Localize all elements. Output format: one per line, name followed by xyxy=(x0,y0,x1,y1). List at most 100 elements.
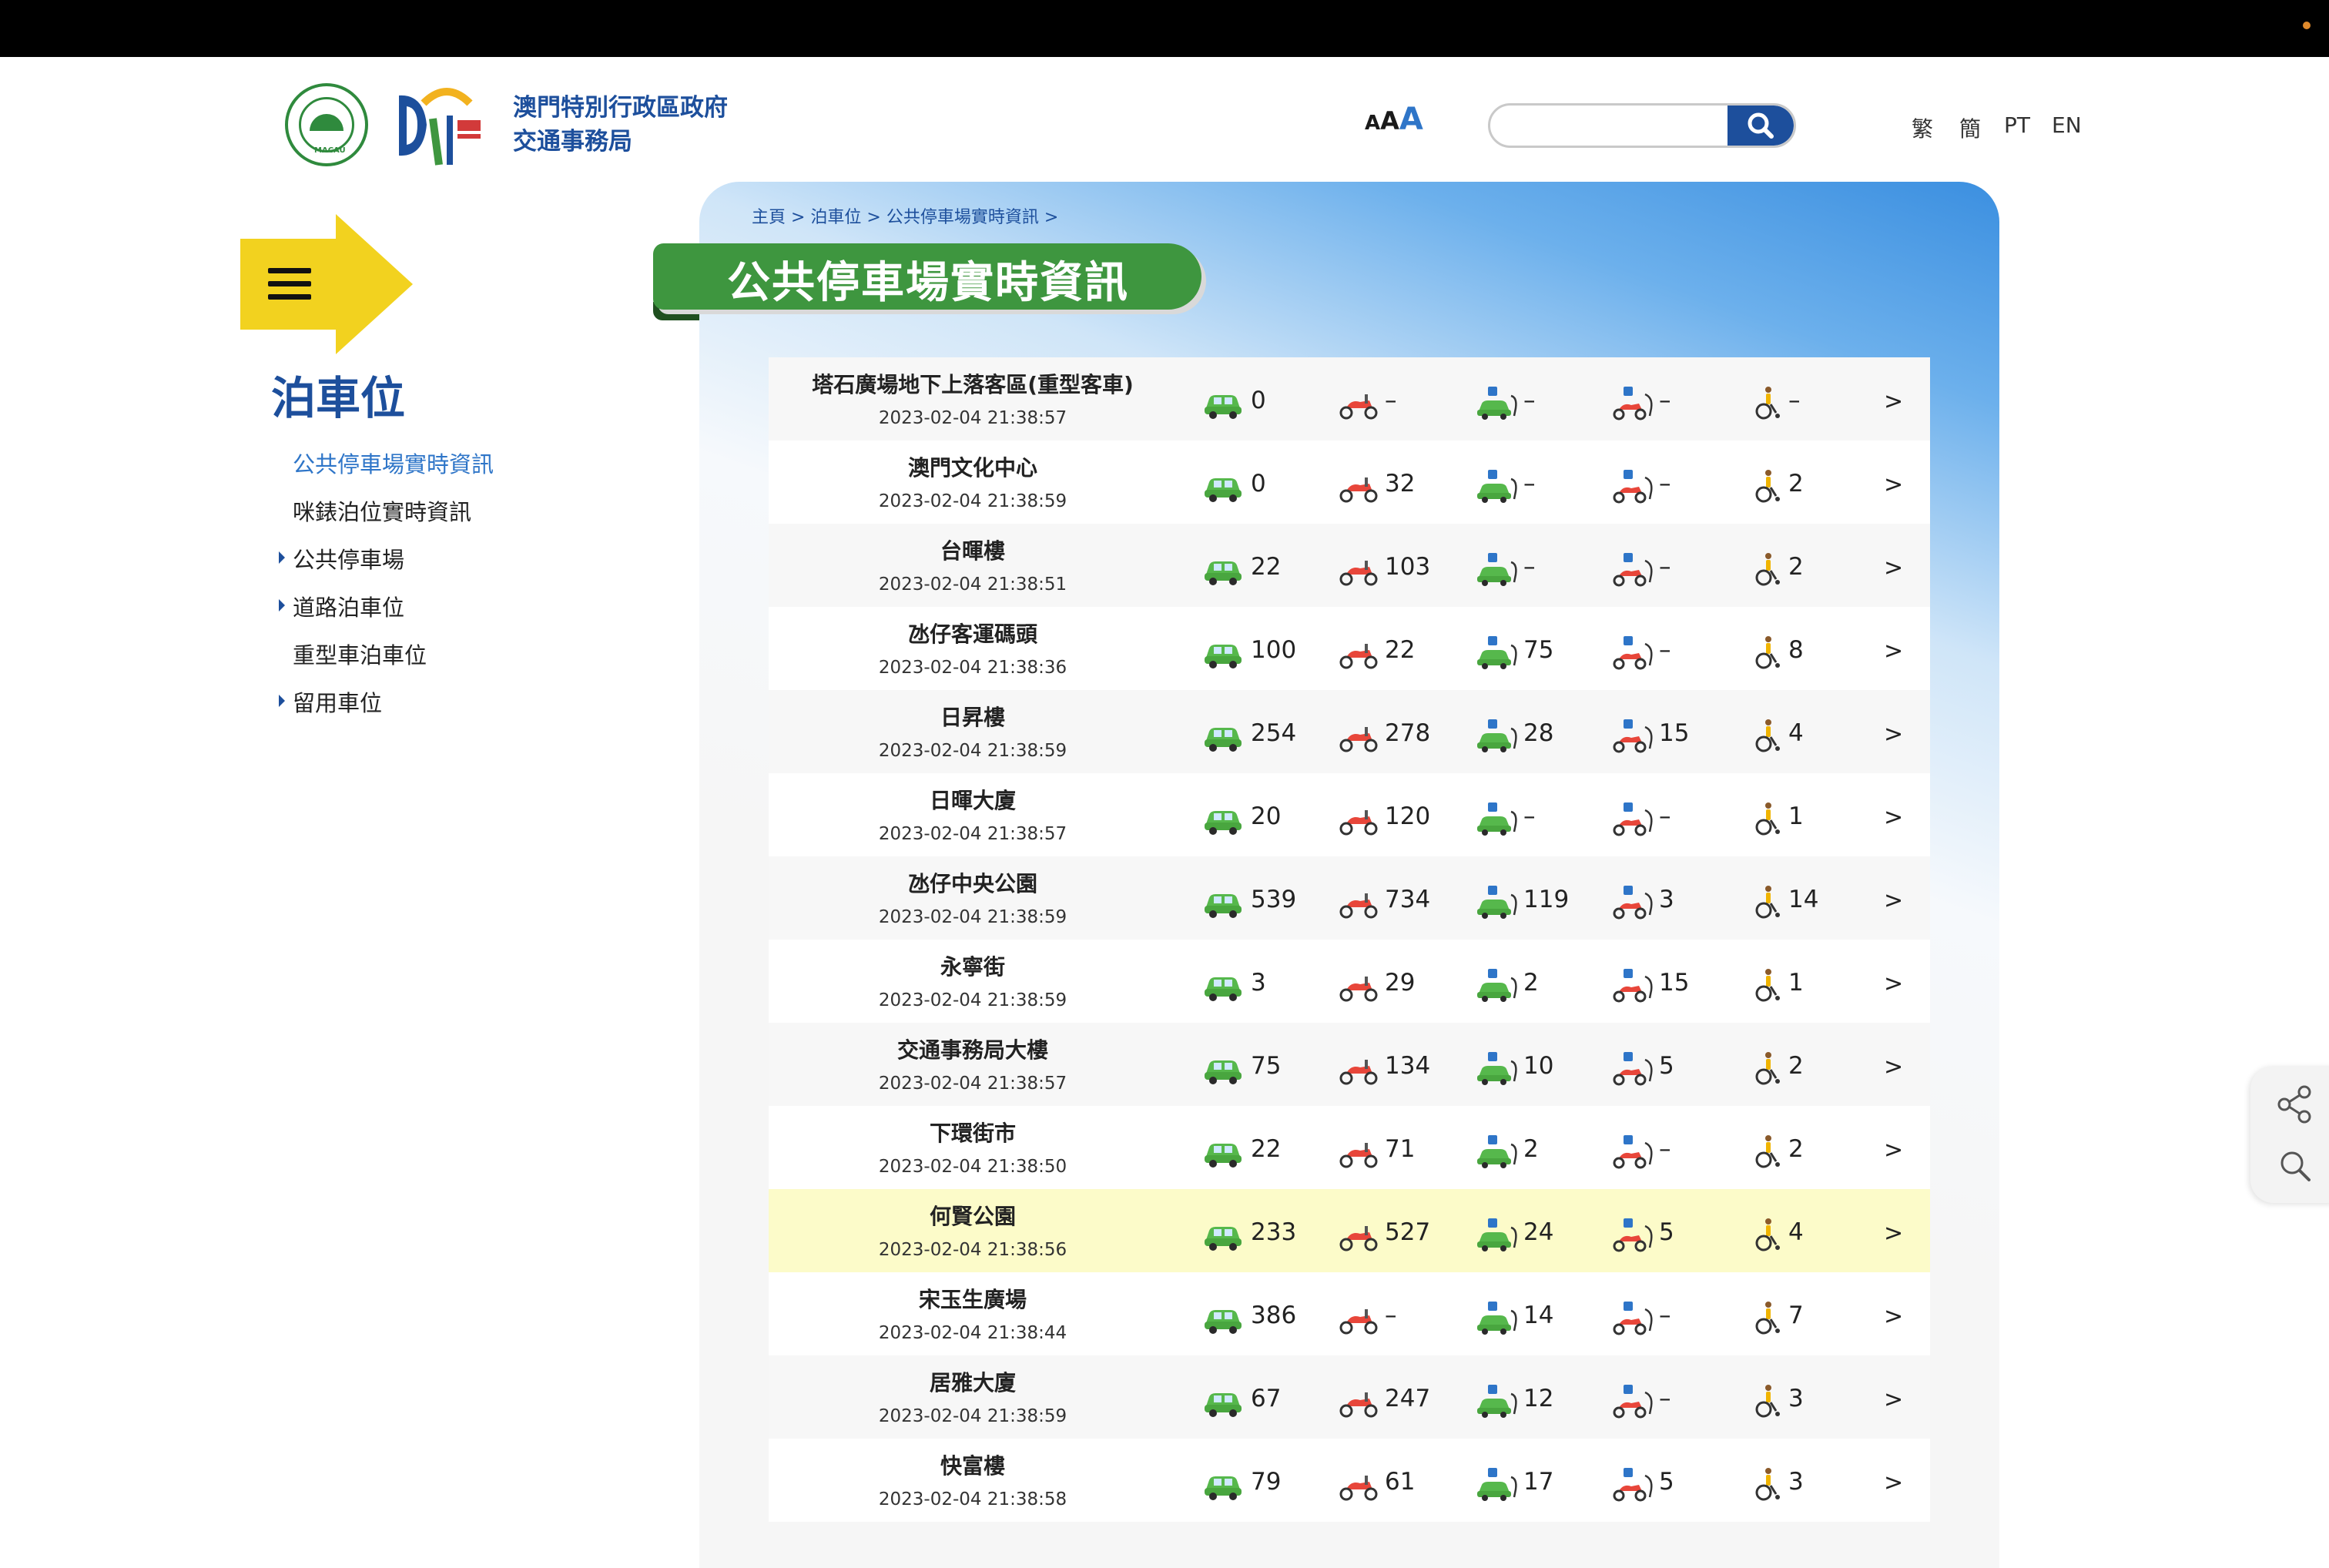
carpark-row[interactable]: 何賢公園 2023-02-04 21:38:56 233 527 24 5 4 > xyxy=(769,1189,1930,1272)
carpark-ev-car-vacancy: 75 xyxy=(1523,636,1554,664)
carpark-row[interactable]: 宋玉生廣場 2023-02-04 21:38:44 386 – 14 – 7 > xyxy=(769,1272,1930,1355)
carpark-name: 居雅大廈 xyxy=(929,1370,1016,1395)
carpark-moto-vacancy: 29 xyxy=(1385,969,1416,997)
sidebar-item-street-parking[interactable]: 道路泊車位 xyxy=(279,590,404,622)
sidebar-item-meter-realtime[interactable]: 咪錶泊位實時資訊 xyxy=(293,494,471,527)
carpark-details-link[interactable]: > xyxy=(1884,887,1903,914)
ev-motorcycle-charging-icon xyxy=(1611,1466,1654,1502)
carpark-details-link[interactable]: > xyxy=(1884,1137,1903,1164)
accessible-icon xyxy=(1747,1300,1790,1335)
caret-right-icon xyxy=(279,695,285,707)
carpark-row[interactable]: 居雅大廈 2023-02-04 21:38:59 67 247 12 – 3 > xyxy=(769,1355,1930,1439)
carpark-car-vacancy: 254 xyxy=(1251,719,1297,747)
carpark-details-link[interactable]: > xyxy=(1884,471,1903,498)
carpark-details-link[interactable]: > xyxy=(1884,638,1903,665)
ev-motorcycle-charging-icon xyxy=(1611,1217,1654,1252)
carpark-row[interactable]: 台暉樓 2023-02-04 21:38:51 22 103 – – 2 > xyxy=(769,524,1930,607)
lang-portuguese-link[interactable]: PT xyxy=(2004,112,2030,138)
carpark-disabled-vacancy: 1 xyxy=(1788,969,1804,997)
carpark-update-time: 2023-02-04 21:38:44 xyxy=(878,1323,1067,1343)
accessible-icon xyxy=(1747,967,1790,1003)
carpark-disabled-vacancy: 4 xyxy=(1788,719,1804,747)
ev-car-charging-icon xyxy=(1476,385,1519,420)
carpark-row[interactable]: 日暉大廈 2023-02-04 21:38:57 20 120 – – 1 > xyxy=(769,773,1930,856)
carpark-details-link[interactable]: > xyxy=(1884,1220,1903,1247)
motorcycle-icon xyxy=(1337,967,1380,1003)
carpark-ev-car-vacancy: 24 xyxy=(1523,1218,1554,1246)
menu-toggle-button[interactable] xyxy=(240,214,413,354)
carpark-details-link[interactable]: > xyxy=(1884,1054,1903,1081)
ev-car-charging-icon xyxy=(1476,635,1519,670)
carpark-details-link[interactable]: > xyxy=(1884,554,1903,581)
carpark-name: 快富樓 xyxy=(940,1453,1005,1479)
carpark-car-vacancy: 79 xyxy=(1251,1468,1282,1496)
top-black-bar xyxy=(0,0,2329,57)
search-icon[interactable] xyxy=(2272,1143,2318,1189)
carpark-ev-car-vacancy: 17 xyxy=(1523,1468,1554,1496)
carpark-details-link[interactable]: > xyxy=(1884,970,1903,997)
lang-traditional-link[interactable]: 繁 xyxy=(1912,112,1933,143)
carpark-details-link[interactable]: > xyxy=(1884,804,1903,831)
carpark-details-link[interactable]: > xyxy=(1884,388,1903,415)
carpark-car-vacancy: 22 xyxy=(1251,1135,1282,1163)
motorcycle-icon xyxy=(1337,385,1380,420)
carpark-row[interactable]: 澳門文化中心 2023-02-04 21:38:59 0 32 – – 2 > xyxy=(769,441,1930,524)
carpark-row[interactable]: 下環街市 2023-02-04 21:38:50 22 71 2 – 2 > xyxy=(769,1106,1930,1189)
carpark-ev-car-vacancy: 2 xyxy=(1523,969,1539,997)
search-button[interactable] xyxy=(1727,106,1794,146)
share-icon[interactable] xyxy=(2272,1081,2318,1127)
carpark-ev-moto-vacancy: – xyxy=(1659,553,1671,581)
macau-emblem-logo[interactable]: MACAU xyxy=(285,83,368,166)
carpark-ev-moto-vacancy: – xyxy=(1659,1302,1671,1329)
dsat-logo[interactable] xyxy=(393,80,484,171)
accessible-icon xyxy=(1747,718,1790,753)
carpark-details-link[interactable]: > xyxy=(1884,1386,1903,1413)
carpark-car-vacancy: 0 xyxy=(1251,387,1266,414)
lang-simplified-link[interactable]: 簡 xyxy=(1959,112,1981,143)
carpark-moto-vacancy: 22 xyxy=(1385,636,1416,664)
carpark-row[interactable]: 氹仔客運碼頭 2023-02-04 21:38:36 100 22 75 – 8 > xyxy=(769,607,1930,690)
carpark-ev-moto-vacancy: 5 xyxy=(1659,1052,1674,1080)
ev-motorcycle-charging-icon xyxy=(1611,468,1654,504)
carpark-ev-car-vacancy: 14 xyxy=(1523,1302,1554,1329)
org-name[interactable]: 澳門特別行政區政府 交通事務局 xyxy=(513,91,728,159)
carpark-disabled-vacancy: 2 xyxy=(1788,1052,1804,1080)
car-icon xyxy=(1201,1134,1245,1169)
car-icon xyxy=(1201,1300,1245,1335)
font-size-large-button[interactable]: A xyxy=(1399,102,1423,137)
carpark-ev-car-vacancy: 2 xyxy=(1523,1135,1539,1163)
carpark-car-vacancy: 100 xyxy=(1251,636,1297,664)
ev-motorcycle-charging-icon xyxy=(1611,1383,1654,1419)
ev-motorcycle-charging-icon xyxy=(1611,551,1654,587)
ev-motorcycle-charging-icon xyxy=(1611,1134,1654,1169)
carpark-details-link[interactable]: > xyxy=(1884,1469,1903,1496)
carpark-details-link[interactable]: > xyxy=(1884,721,1903,748)
carpark-row[interactable]: 永寧街 2023-02-04 21:38:59 3 29 2 15 1 > xyxy=(769,940,1930,1023)
search-input[interactable] xyxy=(1490,106,1729,146)
motorcycle-icon xyxy=(1337,1300,1380,1335)
motorcycle-icon xyxy=(1337,468,1380,504)
carpark-row[interactable]: 快富樓 2023-02-04 21:38:58 79 61 17 5 3 > xyxy=(769,1439,1930,1522)
breadcrumb[interactable]: 主頁 > 泊車位 > 公共停車場實時資訊 > xyxy=(752,203,1058,228)
sidebar-item-public-carpark[interactable]: 公共停車場 xyxy=(279,542,404,575)
carpark-ev-car-vacancy: – xyxy=(1523,470,1536,498)
sidebar-item-heavy-vehicle[interactable]: 重型車泊車位 xyxy=(293,638,427,670)
carpark-row[interactable]: 日昇樓 2023-02-04 21:38:59 254 278 28 15 4 > xyxy=(769,690,1930,773)
carpark-details-link[interactable]: > xyxy=(1884,1303,1903,1330)
motorcycle-icon xyxy=(1337,635,1380,670)
carpark-car-vacancy: 67 xyxy=(1251,1385,1282,1412)
font-size-medium-button[interactable]: A xyxy=(1380,106,1399,136)
car-icon xyxy=(1201,385,1245,420)
carpark-row[interactable]: 氹仔中央公園 2023-02-04 21:38:59 539 734 119 3 14 > xyxy=(769,856,1930,940)
accessible-icon xyxy=(1747,801,1790,836)
sidebar-item-carpark-realtime[interactable]: 公共停車場實時資訊 xyxy=(293,447,494,479)
ev-car-charging-icon xyxy=(1476,468,1519,504)
carpark-ev-car-vacancy: 119 xyxy=(1523,886,1570,913)
carpark-update-time: 2023-02-04 21:38:59 xyxy=(878,990,1067,1010)
ev-car-charging-icon xyxy=(1476,1383,1519,1419)
carpark-row[interactable]: 塔石廣場地下上落客區(重型客車) 2023-02-04 21:38:57 0 – – – –… xyxy=(769,357,1930,441)
lang-english-link[interactable]: EN xyxy=(2052,112,2082,138)
font-size-small-button[interactable]: A xyxy=(1365,112,1380,135)
sidebar-item-reserved[interactable]: 留用車位 xyxy=(279,685,382,718)
carpark-row[interactable]: 交通事務局大樓 2023-02-04 21:38:57 75 134 10 5 2 > xyxy=(769,1023,1930,1106)
